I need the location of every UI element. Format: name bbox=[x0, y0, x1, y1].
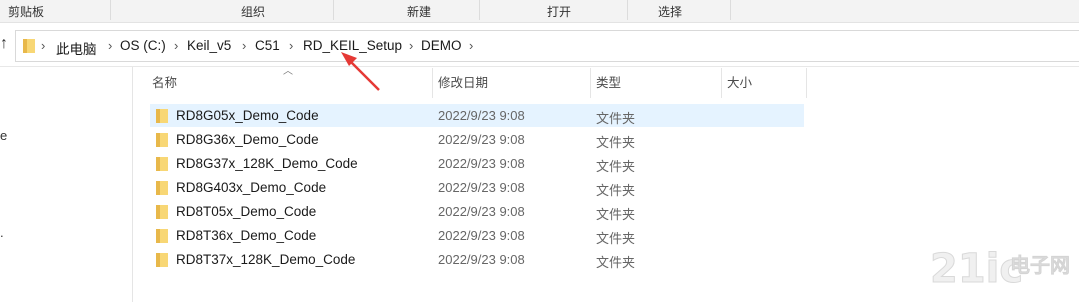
folder-icon bbox=[156, 181, 168, 198]
file-date: 2022/9/23 9:08 bbox=[438, 156, 525, 171]
column-separator[interactable] bbox=[721, 68, 722, 98]
column-separator[interactable] bbox=[590, 68, 591, 98]
nav-item-fragment[interactable]: . bbox=[0, 225, 4, 240]
file-date: 2022/9/23 9:08 bbox=[438, 108, 525, 123]
chevron-right-icon[interactable]: › bbox=[108, 38, 112, 53]
ribbon-group-clipboard: 剪贴板 bbox=[8, 5, 45, 19]
ribbon-separator bbox=[627, 0, 628, 20]
file-row[interactable]: RD8T36x_Demo_Code 2022/9/23 9:08 文件夹 bbox=[150, 224, 804, 247]
address-bar[interactable]: › 此电脑 › OS (C:) › Keil_v5 › C51 › RD_KEI… bbox=[15, 30, 1079, 62]
file-date: 2022/9/23 9:08 bbox=[438, 228, 525, 243]
file-type: 文件夹 bbox=[596, 135, 636, 150]
navigation-pane[interactable]: e . bbox=[0, 67, 133, 302]
folder-icon bbox=[156, 229, 168, 246]
file-type: 文件夹 bbox=[596, 183, 636, 198]
column-header-date[interactable]: 修改日期 bbox=[438, 72, 488, 91]
ribbon-group-open: 打开 bbox=[547, 5, 572, 19]
chevron-right-icon[interactable]: › bbox=[174, 38, 178, 53]
folder-icon bbox=[156, 205, 168, 222]
ribbon-group-organize: 组织 bbox=[241, 5, 266, 19]
column-separator[interactable] bbox=[806, 68, 807, 98]
file-date: 2022/9/23 9:08 bbox=[438, 204, 525, 219]
ribbon-separator bbox=[110, 0, 111, 20]
chevron-right-icon[interactable]: › bbox=[289, 38, 293, 53]
breadcrumb-c51[interactable]: C51 bbox=[255, 38, 280, 53]
folder-icon bbox=[22, 38, 36, 57]
ribbon-group-new: 新建 bbox=[407, 5, 432, 19]
file-name: RD8T37x_128K_Demo_Code bbox=[176, 252, 356, 267]
breadcrumb-rd-keil-setup[interactable]: RD_KEIL_Setup bbox=[303, 38, 402, 53]
file-row[interactable]: RD8G05x_Demo_Code 2022/9/23 9:08 文件夹 bbox=[150, 104, 804, 127]
folder-icon bbox=[156, 253, 168, 270]
chevron-right-icon[interactable]: › bbox=[409, 38, 413, 53]
address-bar-row: ↑ › 此电脑 › OS (C:) › Keil_v5 › C51 › RD_K… bbox=[0, 27, 1079, 63]
file-date: 2022/9/23 9:08 bbox=[438, 180, 525, 195]
chevron-right-icon[interactable]: › bbox=[469, 38, 473, 53]
file-row[interactable]: RD8T37x_128K_Demo_Code 2022/9/23 9:08 文件… bbox=[150, 248, 804, 271]
chevron-right-icon[interactable]: › bbox=[41, 38, 45, 53]
file-name: RD8G36x_Demo_Code bbox=[176, 132, 319, 147]
folder-icon bbox=[156, 109, 168, 126]
file-date: 2022/9/23 9:08 bbox=[438, 132, 525, 147]
column-header-size[interactable]: 大小 bbox=[727, 72, 752, 91]
folder-icon bbox=[156, 157, 168, 174]
breadcrumb-demo[interactable]: DEMO bbox=[421, 38, 462, 53]
sort-ascending-icon: ︿ bbox=[283, 66, 293, 77]
file-row[interactable]: RD8T05x_Demo_Code 2022/9/23 9:08 文件夹 bbox=[150, 200, 804, 223]
file-type: 文件夹 bbox=[596, 207, 636, 222]
ribbon-separator bbox=[479, 0, 480, 20]
column-header-type[interactable]: 类型 bbox=[596, 72, 621, 91]
file-name: RD8T05x_Demo_Code bbox=[176, 204, 317, 219]
file-name: RD8G37x_128K_Demo_Code bbox=[176, 156, 358, 171]
column-separator[interactable] bbox=[432, 68, 433, 98]
ribbon-group-labels: 剪贴板 组织 新建 打开 选择 bbox=[0, 0, 1079, 23]
breadcrumb-keil-v5[interactable]: Keil_v5 bbox=[187, 38, 231, 53]
watermark: 21ic 电子网 bbox=[930, 246, 1070, 293]
chevron-right-icon[interactable]: › bbox=[242, 38, 246, 53]
breadcrumb-this-pc[interactable]: 此电脑 bbox=[56, 38, 97, 58]
ribbon-group-select: 选择 bbox=[658, 5, 683, 19]
file-type: 文件夹 bbox=[596, 111, 636, 126]
folder-icon bbox=[156, 133, 168, 150]
column-header-name[interactable]: 名称 bbox=[152, 72, 177, 91]
file-row[interactable]: RD8G37x_128K_Demo_Code 2022/9/23 9:08 文件… bbox=[150, 152, 804, 175]
file-name: RD8G403x_Demo_Code bbox=[176, 180, 327, 195]
file-name: RD8T36x_Demo_Code bbox=[176, 228, 317, 243]
ribbon-separator bbox=[730, 0, 731, 20]
file-type: 文件夹 bbox=[596, 159, 636, 174]
watermark-logo-cn: 电子网 bbox=[1010, 253, 1070, 277]
file-type: 文件夹 bbox=[596, 231, 636, 246]
file-date: 2022/9/23 9:08 bbox=[438, 252, 525, 267]
file-row[interactable]: RD8G36x_Demo_Code 2022/9/23 9:08 文件夹 bbox=[150, 128, 804, 151]
ribbon-separator bbox=[333, 0, 334, 20]
up-arrow-icon[interactable]: ↑ bbox=[0, 35, 8, 53]
breadcrumb-os-c[interactable]: OS (C:) bbox=[120, 38, 166, 53]
file-name: RD8G05x_Demo_Code bbox=[176, 108, 319, 123]
file-type: 文件夹 bbox=[596, 255, 636, 270]
toolbar-divider bbox=[0, 66, 1079, 67]
nav-item-fragment[interactable]: e bbox=[0, 128, 7, 143]
file-row[interactable]: RD8G403x_Demo_Code 2022/9/23 9:08 文件夹 bbox=[150, 176, 804, 199]
